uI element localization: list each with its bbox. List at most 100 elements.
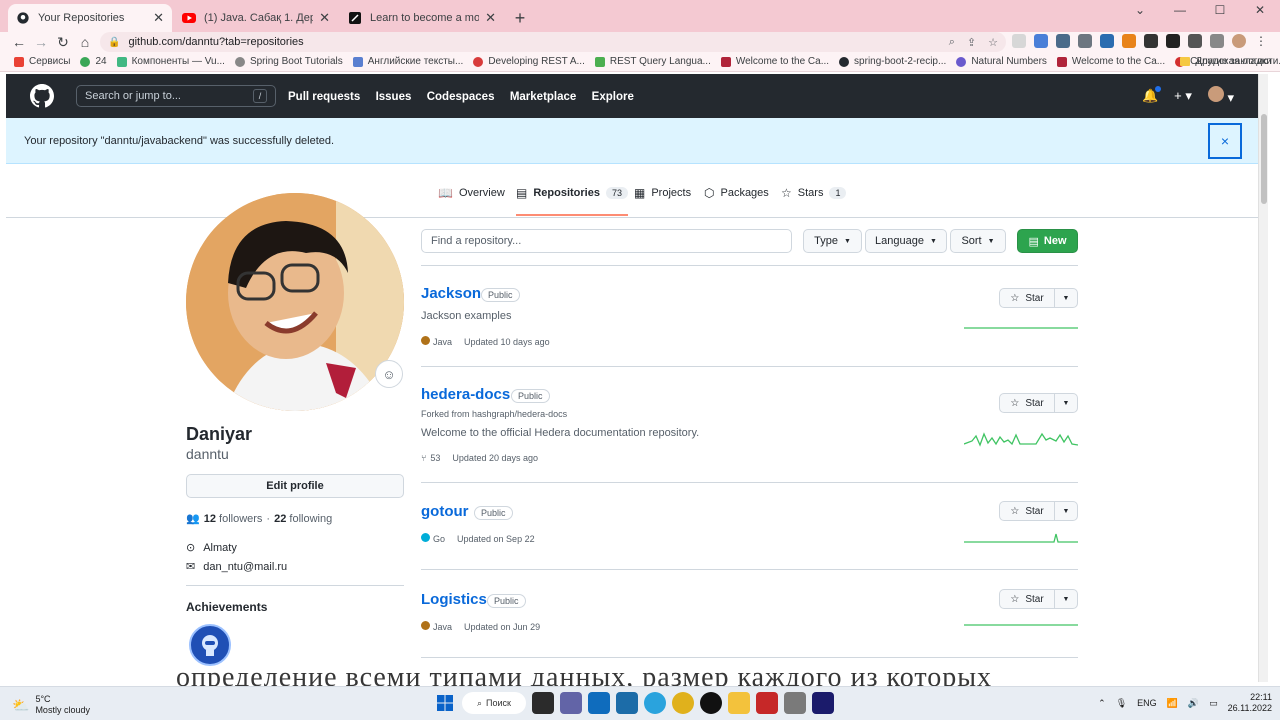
zoom-icon[interactable]: ⌕ bbox=[949, 36, 955, 49]
task-view-icon[interactable] bbox=[532, 692, 554, 714]
new-repository-button[interactable]: ▤ New bbox=[1017, 229, 1078, 253]
extension-icon[interactable] bbox=[1056, 34, 1070, 48]
edit-profile-button[interactable]: Edit profile bbox=[186, 474, 404, 498]
chat-icon[interactable] bbox=[560, 692, 582, 714]
nav-marketplace[interactable]: Marketplace bbox=[510, 91, 576, 103]
maximize-icon[interactable]: ☐ bbox=[1200, 0, 1240, 20]
nav-issues[interactable]: Issues bbox=[376, 91, 412, 103]
mail-app-icon[interactable] bbox=[588, 692, 610, 714]
bookmark-item[interactable]: Сервисы bbox=[14, 56, 70, 67]
star-list-dropdown[interactable]: ▼ bbox=[1055, 590, 1077, 608]
puzzle-icon[interactable] bbox=[1188, 34, 1202, 48]
metamask-icon[interactable] bbox=[1122, 34, 1136, 48]
weather-widget[interactable]: ⛅ 5°C Mostly cloudy bbox=[12, 694, 90, 716]
profile-avatar[interactable] bbox=[186, 193, 404, 411]
new-tab-button[interactable]: + bbox=[506, 4, 534, 32]
global-search-input[interactable]: Search or jump to... / bbox=[76, 85, 276, 107]
close-icon[interactable]: × bbox=[1208, 123, 1242, 159]
input-language[interactable]: ENG bbox=[1137, 698, 1157, 708]
bookmark-item[interactable]: Natural Numbers bbox=[956, 56, 1047, 67]
minimize-icon[interactable]: — bbox=[1160, 0, 1200, 20]
chevron-up-icon[interactable]: ⌃ bbox=[1098, 698, 1106, 709]
achievement-badge-icon[interactable] bbox=[189, 624, 231, 666]
intellij-icon[interactable] bbox=[812, 692, 834, 714]
tab-packages[interactable]: ⬡ Packages bbox=[704, 186, 769, 200]
sort-button[interactable]: Sort ▼ bbox=[950, 229, 1006, 253]
repo-name-link[interactable]: Jackson bbox=[421, 285, 481, 302]
forked-from[interactable]: Forked from hashgraph/hedera-docs bbox=[421, 409, 567, 419]
repo-name-link[interactable]: gotour bbox=[421, 503, 468, 520]
browser-tab-youtube[interactable]: (1) Java. Сабақ 1. Деректер типі ✕ bbox=[174, 4, 338, 32]
following-link[interactable]: 22 following bbox=[274, 513, 332, 525]
close-window-icon[interactable]: ✕ bbox=[1240, 0, 1280, 20]
star-list-dropdown[interactable]: ▼ bbox=[1055, 502, 1077, 520]
bookmark-item[interactable]: 24 bbox=[80, 56, 107, 67]
star-button[interactable]: ☆ Star ▼ bbox=[999, 393, 1078, 413]
nav-codespaces[interactable]: Codespaces bbox=[427, 91, 495, 103]
battery-icon[interactable]: ▭ bbox=[1209, 698, 1218, 709]
bookmark-item[interactable]: Английские тексты... bbox=[352, 56, 463, 67]
bookmark-item[interactable]: Welcome to the Ca... bbox=[1056, 56, 1165, 67]
star-button[interactable]: ☆ Star ▼ bbox=[999, 288, 1078, 308]
create-new-plus-icon[interactable]: + ▾ bbox=[1174, 88, 1192, 104]
file-explorer-icon[interactable] bbox=[728, 692, 750, 714]
forward-icon[interactable]: → bbox=[30, 34, 52, 50]
windows-start-icon[interactable] bbox=[434, 692, 456, 714]
url-field[interactable]: 🔒 github.com/danntu?tab=repositories ⌕ ⇪… bbox=[100, 32, 1006, 52]
nav-explore[interactable]: Explore bbox=[592, 91, 634, 103]
app-icon[interactable] bbox=[784, 692, 806, 714]
chrome-icon[interactable] bbox=[672, 692, 694, 714]
back-icon[interactable]: ← bbox=[8, 34, 30, 50]
set-status-smiley-icon[interactable]: ☺ bbox=[375, 360, 403, 388]
star-list-dropdown[interactable]: ▼ bbox=[1055, 289, 1077, 307]
translate-icon[interactable] bbox=[1034, 34, 1048, 48]
home-icon[interactable]: ⌂ bbox=[74, 34, 96, 50]
microphone-icon[interactable]: 🎙 bbox=[1116, 698, 1127, 709]
repo-name-link[interactable]: Logistics bbox=[421, 591, 487, 608]
type-filter-button[interactable]: Type ▼ bbox=[803, 229, 862, 253]
bookmark-item[interactable]: Welcome to the Ca... bbox=[720, 56, 829, 67]
app-icon[interactable] bbox=[700, 692, 722, 714]
page-scrollbar[interactable] bbox=[1258, 74, 1268, 682]
extension-icon[interactable] bbox=[1144, 34, 1158, 48]
repo-forks[interactable]: ⑂ 53 bbox=[421, 453, 440, 463]
followers-link[interactable]: 12 followers bbox=[204, 513, 263, 525]
kebab-menu-icon[interactable]: ⋮ bbox=[1254, 34, 1268, 48]
bookmark-item[interactable]: spring-boot-2-recip... bbox=[839, 56, 946, 67]
reload-icon[interactable]: ↻ bbox=[52, 34, 74, 51]
repo-name-link[interactable]: hedera-docs bbox=[421, 386, 510, 403]
tab-projects[interactable]: ▦ Projects bbox=[634, 186, 691, 200]
tab-stars[interactable]: ☆ Stars 1 bbox=[781, 186, 847, 200]
extension-icon[interactable] bbox=[1012, 34, 1026, 48]
app-icon[interactable] bbox=[616, 692, 638, 714]
browser-tab-java-roadmap[interactable]: Learn to become a modern Java ✕ bbox=[340, 4, 504, 32]
sidebar-icon[interactable] bbox=[1210, 34, 1224, 48]
close-tab-icon[interactable]: ✕ bbox=[153, 10, 164, 26]
acrobat-icon[interactable] bbox=[756, 692, 778, 714]
scrollbar-thumb[interactable] bbox=[1261, 114, 1267, 204]
find-repository-input[interactable]: Find a repository... bbox=[421, 229, 792, 253]
extension-icon[interactable] bbox=[1100, 34, 1114, 48]
close-tab-icon[interactable]: ✕ bbox=[319, 10, 330, 26]
extension-icon[interactable] bbox=[1166, 34, 1180, 48]
other-bookmarks[interactable]: Другие закладки bbox=[1180, 56, 1272, 67]
star-button[interactable]: ☆ Star ▼ bbox=[999, 501, 1078, 521]
volume-icon[interactable]: 🔊 bbox=[1188, 698, 1199, 709]
bookmark-item[interactable]: REST Query Langua... bbox=[594, 56, 711, 67]
star-list-dropdown[interactable]: ▼ bbox=[1055, 394, 1077, 412]
notifications-bell-icon[interactable]: 🔔 bbox=[1142, 86, 1162, 104]
nav-pull-requests[interactable]: Pull requests bbox=[288, 91, 360, 103]
tab-overview[interactable]: 📖 Overview bbox=[438, 186, 505, 200]
profile-avatar-icon[interactable] bbox=[1232, 34, 1246, 48]
lock-icon[interactable]: 🔒 bbox=[108, 37, 120, 48]
browser-tab-repositories[interactable]: Your Repositories ✕ bbox=[8, 4, 172, 32]
telegram-icon[interactable] bbox=[644, 692, 666, 714]
user-menu[interactable]: ▾ bbox=[1207, 86, 1234, 106]
taskbar-search[interactable]: ⌕ Поиск bbox=[462, 692, 526, 714]
tab-search-icon[interactable]: ⌄ bbox=[1120, 0, 1160, 20]
tab-repositories[interactable]: ▤ Repositories 73 bbox=[516, 186, 628, 216]
bookmark-item[interactable]: Spring Boot Tutorials bbox=[234, 56, 343, 67]
share-icon[interactable]: ⇪ bbox=[967, 36, 976, 49]
star-button[interactable]: ☆ Star ▼ bbox=[999, 589, 1078, 609]
bookmark-item[interactable]: Компоненты — Vu... bbox=[116, 56, 225, 67]
